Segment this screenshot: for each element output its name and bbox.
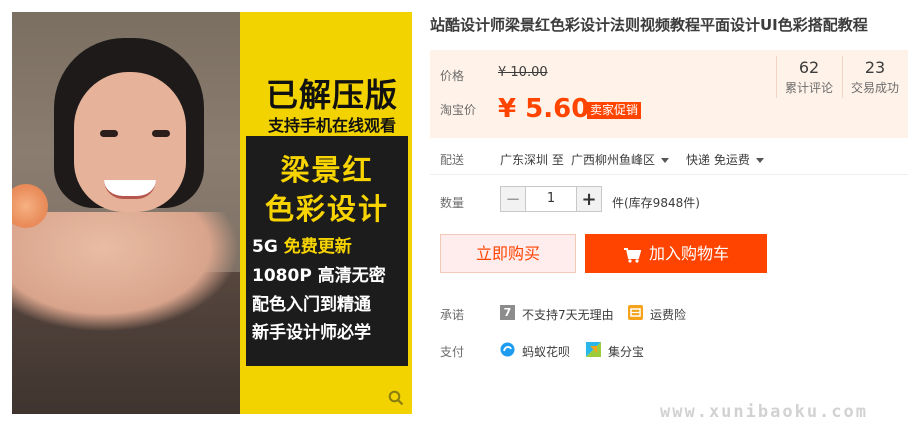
watermark: www.xunibaoku.com — [660, 402, 868, 422]
image-feature-2: 1080P 高清无密 — [252, 266, 386, 286]
image-feature-1: 5G 免费更新 — [252, 237, 352, 257]
quantity-label: 数量 — [440, 196, 465, 210]
original-price: ¥ 10.00 — [498, 65, 548, 80]
payment-label: 支付 — [440, 345, 465, 359]
quantity-stepper: − 1 + — [500, 186, 602, 212]
sale-price: ¥ 5.60 — [498, 94, 590, 124]
payment-huabei[interactable]: 蚂蚁花呗 — [522, 343, 570, 360]
seven-day-icon: 7 — [500, 305, 515, 320]
huabei-icon — [500, 342, 515, 357]
reviews-label: 累计评论 — [784, 81, 833, 95]
promise-label: 承诺 — [440, 308, 465, 322]
divider — [430, 174, 908, 175]
chevron-down-icon — [755, 158, 764, 163]
buy-now-button[interactable]: 立即购买 — [440, 234, 576, 273]
jifenbao-icon — [586, 342, 601, 357]
deals-count: 23 — [864, 58, 886, 77]
shipping-destination-select[interactable]: 广西柳州鱼峰区 — [571, 151, 670, 168]
image-headline: 已解压版 — [265, 76, 398, 114]
product-photo — [12, 12, 240, 414]
add-to-cart-button[interactable]: 加入购物车 — [585, 234, 767, 273]
shipping-insurance-icon — [628, 305, 643, 320]
image-subheadline: 支持手机在线观看 — [267, 116, 396, 135]
stock-info: 件(库存9848件) — [612, 196, 700, 210]
shipping-from: 广东深圳 至 — [500, 153, 564, 167]
product-main-image[interactable]: 已解压版 支持手机在线观看 梁景红 色彩设计 5G 免费更新 1080P 高清无… — [12, 12, 412, 414]
promise-shipping-insurance[interactable]: 运费险 — [650, 306, 686, 323]
product-title: 站酷设计师梁景红色彩设计法则视频教程平面设计UI色彩搭配教程 — [430, 16, 868, 34]
deals-stat[interactable]: 23 交易成功 — [842, 50, 908, 96]
reviews-count: 62 — [798, 58, 820, 77]
promo-badge: 卖家促销 — [587, 102, 642, 119]
decrease-quantity-button[interactable]: − — [500, 186, 526, 212]
shipping-label: 配送 — [440, 153, 465, 167]
reviews-stat[interactable]: 62 累计评论 — [776, 50, 842, 96]
zoom-icon[interactable] — [388, 390, 404, 406]
image-yellow-title-2: 色彩设计 — [264, 192, 389, 226]
payment-jifenbao[interactable]: 集分宝 — [608, 343, 644, 360]
quantity-input[interactable]: 1 — [526, 186, 576, 212]
deals-label: 交易成功 — [850, 81, 899, 95]
shipping-method-select[interactable]: 快递 免运费 — [686, 151, 764, 168]
image-yellow-title-1: 梁景红 — [280, 153, 374, 187]
image-feature-4: 新手设计师必学 — [252, 323, 371, 343]
price-panel: 价格 ¥ 10.00 淘宝价 ¥ 5.60 卖家促销 62 累计评论 23 交易… — [430, 50, 908, 138]
cart-icon — [623, 247, 641, 263]
image-feature-3: 配色入门到精通 — [252, 295, 371, 315]
promise-no-return[interactable]: 不支持7天无理由 — [522, 306, 614, 323]
chevron-down-icon — [661, 158, 670, 163]
original-price-label: 价格 — [440, 69, 465, 83]
sale-price-label: 淘宝价 — [440, 103, 477, 117]
increase-quantity-button[interactable]: + — [576, 186, 602, 212]
